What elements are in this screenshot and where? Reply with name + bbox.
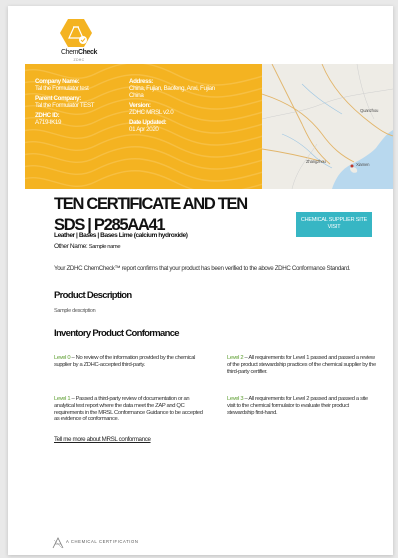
logo-wordmark: ChemCheck xyxy=(60,49,98,56)
footer-logo: A CHEMICAL CERTIFICATION xyxy=(52,536,172,549)
hexagon-logo-icon xyxy=(60,19,92,47)
parent-company-label: Parent Company: xyxy=(35,95,81,102)
product-description-text: Sample description xyxy=(54,308,96,314)
map-label-zhangzhou: Zhangzhou xyxy=(306,159,326,164)
mrsl-conformance-link[interactable]: Tell me more about MRSL conformance xyxy=(54,436,151,443)
map-graphic xyxy=(262,64,393,189)
level-0-name: Level 0 xyxy=(54,355,71,361)
supplier-info-band: Company Name: Tal the Formulator test Pa… xyxy=(25,64,262,189)
inventory-conformance-heading: Inventory Product Conformance xyxy=(54,328,180,339)
zdhc-id-value: A719-IK19 xyxy=(35,119,62,126)
level-1-description: Level 1 – Passed a third-party review of… xyxy=(54,396,204,423)
version-label: Version: xyxy=(129,102,151,109)
certificate-page: ChemCheck ZDHC Company Name: Tal the For… xyxy=(8,6,393,555)
chemcheck-logo: ChemCheck ZDHC xyxy=(52,18,106,70)
level-0-description: Level 0 – No review of the information p… xyxy=(54,355,204,369)
other-name: Other Name: Sample name xyxy=(54,243,121,250)
map-label-quanzhou: Quanzhou xyxy=(360,108,379,113)
zdhc-id-label: ZDHC ID: xyxy=(35,112,60,119)
product-category: Leather | Bases | Bases Lime (calcium hy… xyxy=(54,232,188,239)
parent-company-value: Tal the Formulator TEST xyxy=(35,102,95,109)
date-updated-value: 01 Apr 2020 xyxy=(129,126,159,133)
info-column-right: Address: China, Fujian, Baofeng, Anxi, F… xyxy=(129,78,219,136)
intro-text: Your ZDHC ChemCheck™ report confirms tha… xyxy=(54,265,351,272)
location-pin-icon xyxy=(350,164,354,168)
level-2-description: Level 2 – All requirements for Level 1 p… xyxy=(227,355,377,375)
date-updated-label: Date Updated: xyxy=(129,119,167,126)
level-3-text: – All requirements for Level 2 passed an… xyxy=(227,396,368,416)
level-1-text: – Passed a third-party review of documen… xyxy=(54,396,203,423)
address-value: China, Fujian, Baofeng, Anxi, Fujian Chi… xyxy=(129,85,215,99)
certificate-title: TEN CERTIFICATE AND TEN SDS | P285AA41 xyxy=(54,195,248,234)
company-name-label: Company Name: xyxy=(35,78,80,85)
zdhc-footer-icon xyxy=(52,537,64,549)
footer-text: A CHEMICAL CERTIFICATION xyxy=(66,539,139,544)
logo-tagline: ZDHC xyxy=(73,58,85,62)
other-name-value: Sample name xyxy=(88,244,121,250)
level-2-text: – All requirements for Level 1 passed an… xyxy=(227,355,376,375)
address-label: Address: xyxy=(129,78,154,85)
level-2-name: Level 2 xyxy=(227,355,244,361)
level-0-text: – No review of the information provided … xyxy=(54,355,196,368)
site-visit-button[interactable]: CHEMICAL SUPPLIER SITE VISIT xyxy=(296,212,372,237)
product-description-heading: Product Description xyxy=(54,290,132,301)
location-map[interactable]: Zhangzhou Xiamen Quanzhou xyxy=(262,64,393,189)
info-column-left: Company Name: Tal the Formulator test Pa… xyxy=(35,78,125,129)
map-label-xiamen: Xiamen xyxy=(356,162,370,167)
version-value: ZDHC MRSL v2.0 xyxy=(129,109,174,116)
level-3-description: Level 3 – All requirements for Level 2 p… xyxy=(227,396,377,416)
company-name-value: Tal the Formulator test xyxy=(35,85,89,92)
other-name-label: Other Name: xyxy=(54,243,88,250)
level-3-name: Level 3 xyxy=(227,396,244,402)
level-1-name: Level 1 xyxy=(54,396,71,402)
